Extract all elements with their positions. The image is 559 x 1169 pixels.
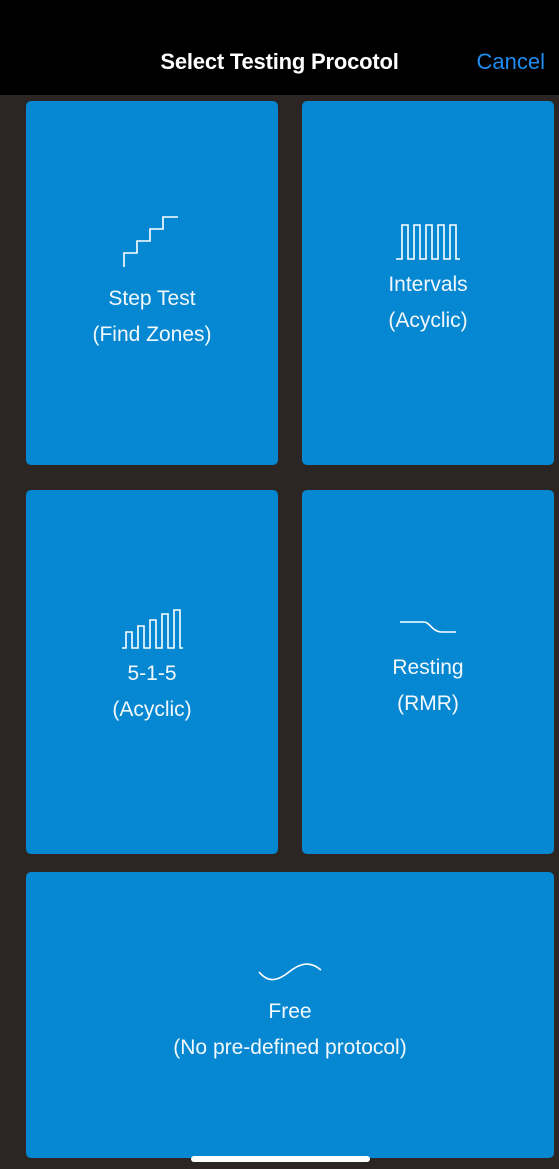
square-wave-icon xyxy=(396,224,460,260)
sine-wave-icon xyxy=(258,963,322,981)
navigation-bar: Select Testing Procotol Cancel xyxy=(0,36,559,95)
five-one-five-sublabel: (Acyclic) xyxy=(112,698,192,721)
cancel-button[interactable]: Cancel xyxy=(477,49,545,75)
step-test-sublabel: (Find Zones) xyxy=(92,323,212,346)
resting-label: Resting xyxy=(392,656,464,679)
step-test-tile[interactable]: Step Test (Find Zones) xyxy=(26,101,278,465)
five-one-five-content: 5-1-5 (Acyclic) xyxy=(26,608,278,728)
protocol-selection-screen: Select Testing Procotol Cancel Step Test… xyxy=(0,0,559,1169)
resting-sublabel: (RMR) xyxy=(397,692,459,715)
status-bar xyxy=(0,0,559,36)
five-one-five-label: 5-1-5 xyxy=(127,662,177,685)
page-title: Select Testing Procotol xyxy=(160,49,399,74)
step-test-content: Step Test (Find Zones) xyxy=(26,209,278,353)
intervals-content: Intervals (Acyclic) xyxy=(302,221,554,339)
rising-bars-wave-icon xyxy=(122,609,183,649)
home-indicator[interactable] xyxy=(191,1156,370,1162)
intervals-sublabel: (Acyclic) xyxy=(388,309,468,332)
free-sublabel: (No pre-defined protocol) xyxy=(173,1036,407,1059)
step-test-label: Step Test xyxy=(108,287,196,310)
resting-content: Resting (RMR) xyxy=(302,614,554,722)
intervals-tile[interactable]: Intervals (Acyclic) xyxy=(302,101,554,465)
free-label: Free xyxy=(268,1000,312,1023)
five-one-five-tile[interactable]: 5-1-5 (Acyclic) xyxy=(26,490,278,854)
intervals-label: Intervals xyxy=(388,273,468,296)
free-content: Free (No pre-defined protocol) xyxy=(26,958,554,1066)
resting-tile[interactable]: Resting (RMR) xyxy=(302,490,554,854)
declining-curve-icon xyxy=(400,621,456,633)
free-tile[interactable]: Free (No pre-defined protocol) xyxy=(26,872,554,1158)
stairs-icon xyxy=(123,216,178,267)
